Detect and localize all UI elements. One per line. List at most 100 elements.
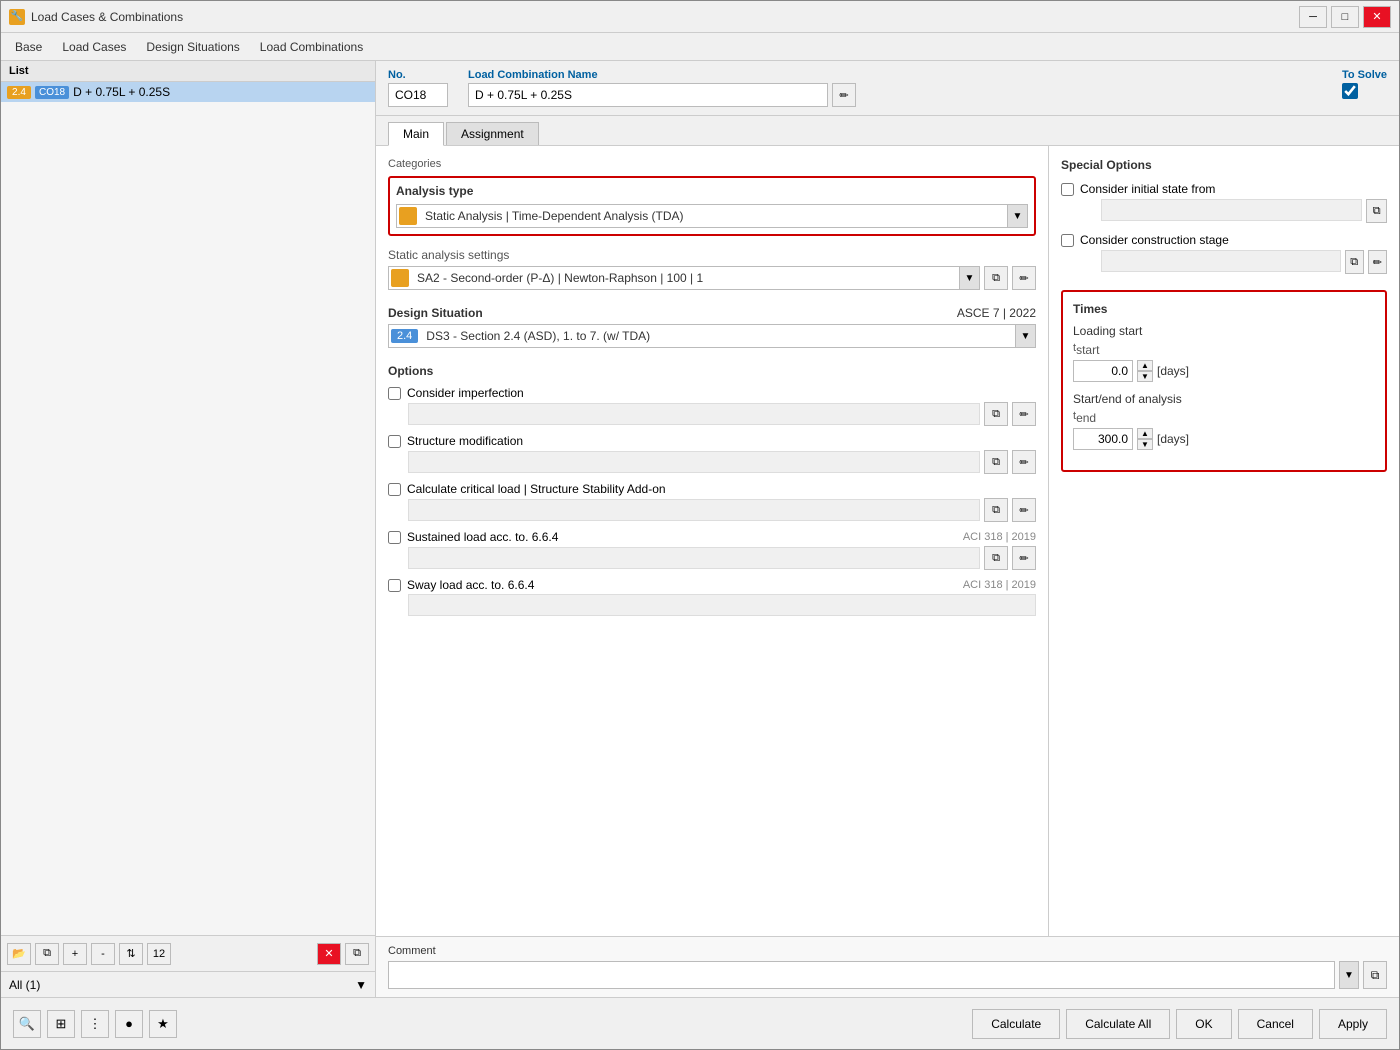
main-section: Categories Analysis type Static Analysis…	[376, 146, 1049, 936]
special-initial-state-checkbox[interactable]	[1061, 183, 1074, 196]
static-settings: Static analysis settings SA2 - Second-or…	[388, 248, 1036, 290]
option-sway-load-checkbox[interactable]	[388, 579, 401, 592]
no-input[interactable]	[388, 83, 448, 107]
option-imperfection-checkbox[interactable]	[388, 387, 401, 400]
loading-start-group: Loading start tstart ▲ ▼ [days]	[1073, 324, 1375, 382]
special-initial-state-btn[interactable]: ⧉	[1366, 199, 1387, 223]
toolbar-add-btn[interactable]: +	[63, 943, 87, 965]
tab-assignment[interactable]: Assignment	[446, 122, 539, 145]
option-structure-mod-btn2[interactable]: ✏	[1012, 450, 1036, 474]
minimize-button[interactable]: ─	[1299, 6, 1327, 28]
option-sway-load-label: Sway load acc. to. 6.6.4	[407, 578, 534, 592]
option-structure-mod-checkbox[interactable]	[388, 435, 401, 448]
star-icon-btn[interactable]: ★	[149, 1010, 177, 1038]
static-settings-arrow: ▼	[959, 267, 979, 289]
option-imperfection-input[interactable]	[408, 403, 980, 425]
tree-icon-btn[interactable]: ⋮	[81, 1010, 109, 1038]
option-critical-load: Calculate critical load | Structure Stab…	[388, 482, 1036, 522]
menu-load-combinations[interactable]: Load Combinations	[250, 36, 373, 58]
list-item[interactable]: 2.4 CO18 D + 0.75L + 0.25S	[1, 82, 375, 102]
list-content: 2.4 CO18 D + 0.75L + 0.25S	[1, 82, 375, 935]
menu-design-situations[interactable]: Design Situations	[136, 36, 249, 58]
special-construction-btn1[interactable]: ⧉	[1345, 250, 1364, 274]
categories-label: Categories	[388, 158, 1036, 170]
calculate-button[interactable]: Calculate	[972, 1009, 1060, 1039]
comment-input[interactable]	[388, 961, 1335, 989]
comment-dropdown[interactable]: ▼	[1339, 961, 1359, 989]
loading-start-row: ▲ ▼ [days]	[1073, 360, 1375, 382]
name-input[interactable]	[468, 83, 828, 107]
option-structure-mod-btn1[interactable]: ⧉	[984, 450, 1008, 474]
static-settings-dropdown[interactable]: SA2 - Second-order (P-Δ) | Newton-Raphso…	[388, 266, 980, 290]
dot-icon-btn[interactable]: ●	[115, 1010, 143, 1038]
option-critical-load-input[interactable]	[408, 499, 980, 521]
bottom-bar: 🔍 ⊞ ⋮ ● ★ Calculate Calculate All OK Can…	[1, 997, 1399, 1049]
list-item-formula: D + 0.75L + 0.25S	[73, 85, 170, 99]
option-critical-load-checkbox[interactable]	[388, 483, 401, 496]
list-filter-arrow[interactable]: ▼	[355, 978, 367, 992]
no-label: No.	[388, 69, 448, 81]
search-icon-btn[interactable]: 🔍	[13, 1010, 41, 1038]
analysis-type-icon	[399, 207, 417, 225]
t-end-down[interactable]: ▼	[1137, 439, 1153, 450]
option-sway-load-right: ACI 318 | 2019	[963, 579, 1036, 591]
toolbar-folder-btn[interactable]: 📂	[7, 943, 31, 965]
name-edit-button[interactable]: ✏	[832, 83, 856, 107]
special-initial-state-input[interactable]	[1101, 199, 1362, 221]
calculate-all-button[interactable]: Calculate All	[1066, 1009, 1170, 1039]
ok-button[interactable]: OK	[1176, 1009, 1231, 1039]
list-footer: All (1) ▼	[1, 971, 375, 997]
toolbar-red-x-btn[interactable]: ✕	[317, 943, 341, 965]
option-structure-mod-label: Structure modification	[407, 434, 523, 448]
special-construction-checkbox[interactable]	[1061, 234, 1074, 247]
option-structure-mod-input[interactable]	[408, 451, 980, 473]
close-button[interactable]: ✕	[1363, 6, 1391, 28]
option-imperfection-btn1[interactable]: ⧉	[984, 402, 1008, 426]
toolbar-num-btn[interactable]: 12	[147, 943, 171, 965]
special-option-construction: Consider construction stage ⧉ ✏	[1061, 233, 1387, 274]
cancel-button[interactable]: Cancel	[1238, 1009, 1313, 1039]
top-fields: No. Load Combination Name ✏ To Solve	[376, 61, 1399, 116]
grid-icon-btn[interactable]: ⊞	[47, 1010, 75, 1038]
t-end-up[interactable]: ▲	[1137, 428, 1153, 439]
option-sway-load-input[interactable]	[408, 594, 1036, 616]
option-sustained-load-btn2[interactable]: ✏	[1012, 546, 1036, 570]
static-settings-btn1[interactable]: ⧉	[984, 266, 1008, 290]
toolbar-sort-btn[interactable]: ⇅	[119, 943, 143, 965]
static-settings-icon	[391, 269, 409, 287]
t-start-up[interactable]: ▲	[1137, 360, 1153, 371]
tab-main[interactable]: Main	[388, 122, 444, 146]
to-solve-checkbox[interactable]	[1342, 83, 1358, 99]
ds-arrow: ▼	[1015, 325, 1035, 347]
menu-load-cases[interactable]: Load Cases	[52, 36, 136, 58]
option-critical-load-btn2[interactable]: ✏	[1012, 498, 1036, 522]
toolbar-delete-btn[interactable]: -	[91, 943, 115, 965]
option-sustained-load-input[interactable]	[408, 547, 980, 569]
special-options: Special Options Consider initial state f…	[1061, 158, 1387, 274]
apply-button[interactable]: Apply	[1319, 1009, 1387, 1039]
analysis-type-dropdown[interactable]: Static Analysis | Time-Dependent Analysi…	[396, 204, 1028, 228]
option-critical-load-label: Calculate critical load | Structure Stab…	[407, 482, 666, 496]
option-sustained-load: Sustained load acc. to. 6.6.4 ACI 318 | …	[388, 530, 1036, 570]
special-construction-input[interactable]	[1101, 250, 1341, 272]
special-construction-btn2[interactable]: ✏	[1368, 250, 1387, 274]
t-end-input[interactable]	[1073, 428, 1133, 450]
option-sustained-load-btn1[interactable]: ⧉	[984, 546, 1008, 570]
option-critical-load-btn1[interactable]: ⧉	[984, 498, 1008, 522]
maximize-button[interactable]: □	[1331, 6, 1359, 28]
list-item-badge: 2.4	[7, 86, 31, 99]
ds-header: Design Situation ASCE 7 | 2022	[388, 306, 1036, 320]
t-end-unit: [days]	[1157, 432, 1189, 446]
option-sustained-load-checkbox[interactable]	[388, 531, 401, 544]
menu-base[interactable]: Base	[5, 36, 52, 58]
t-start-input[interactable]	[1073, 360, 1133, 382]
toolbar-copy-btn[interactable]: ⧉	[35, 943, 59, 965]
ds-dropdown[interactable]: 2.4 DS3 - Section 2.4 (ASD), 1. to 7. (w…	[388, 324, 1036, 348]
static-settings-btn2[interactable]: ✏	[1012, 266, 1036, 290]
start-end-sub: tend	[1073, 410, 1375, 425]
t-start-down[interactable]: ▼	[1137, 371, 1153, 382]
list-filter-label: All (1)	[9, 978, 40, 992]
comment-copy-btn[interactable]: ⧉	[1363, 961, 1387, 989]
option-imperfection-btn2[interactable]: ✏	[1012, 402, 1036, 426]
toolbar-split-btn[interactable]: ⧉	[345, 943, 369, 965]
